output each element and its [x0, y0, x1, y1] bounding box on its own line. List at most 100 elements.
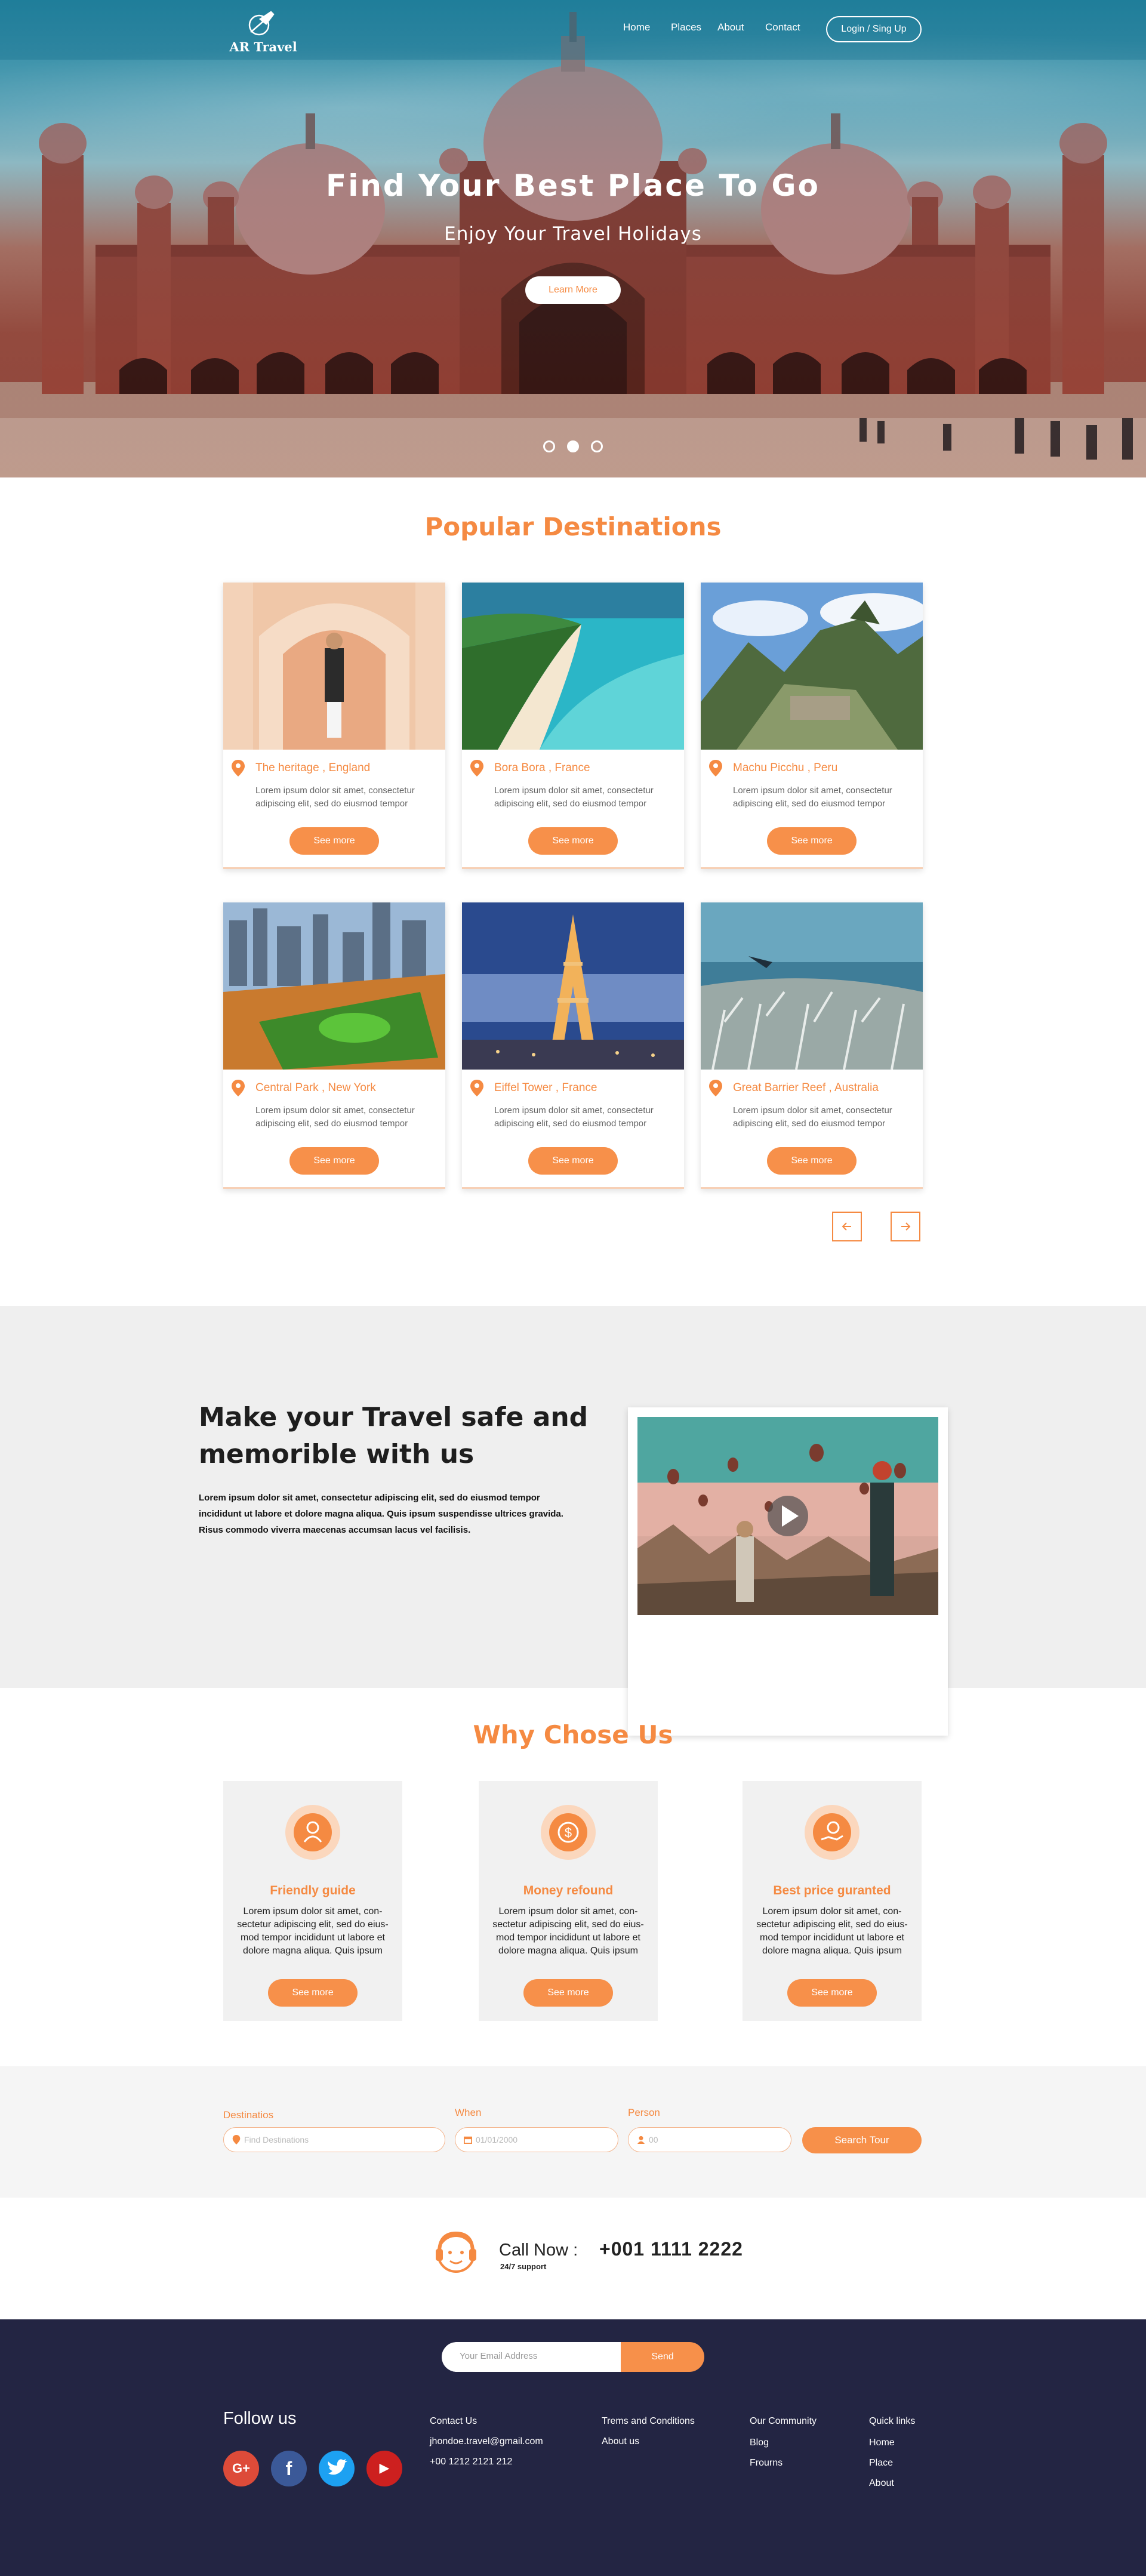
guide-icon [285, 1805, 340, 1860]
why-card-title: Friendly guide [270, 1884, 356, 1897]
destination-photo-bora-bora [462, 583, 684, 750]
nav-places[interactable]: Places [671, 21, 701, 33]
why-chose-us-title: Why Chose Us [473, 1720, 673, 1749]
why-card: $ Money refound Lorem ipsum dolor sit am… [479, 1781, 658, 2021]
contact-us-heading: Contact Us [430, 2416, 478, 2426]
footer-home-link[interactable]: Home [869, 2438, 895, 2448]
date-placeholder: 01/01/2000 [476, 2135, 518, 2144]
destination-photo-eiffel-tower [462, 902, 684, 1070]
brand-logo[interactable]: AR Travel [224, 8, 302, 56]
see-more-button[interactable]: See more [268, 1979, 358, 2007]
location-pin-icon [470, 760, 483, 777]
nav-contact[interactable]: Contact [765, 21, 800, 33]
why-card-description: Lorem ipsum dolor sit amet, con-sectetur… [237, 1906, 389, 1956]
quick-links-heading: Quick links [869, 2416, 916, 2426]
dollar-coin-icon: $ [541, 1805, 596, 1860]
footer-place-link[interactable]: Place [869, 2458, 893, 2469]
about-us-link[interactable]: About us [602, 2436, 639, 2447]
person-input[interactable]: 00 [628, 2127, 791, 2152]
location-pin-icon [232, 2135, 241, 2144]
destination-description: Lorem ipsum dolor sit amet, consectetur … [255, 1105, 415, 1129]
destination-placeholder: Find Destinations [244, 2135, 309, 2144]
destination-description: Lorem ipsum dolor sit amet, consectetur … [494, 785, 654, 809]
location-pin-icon [232, 760, 245, 777]
safe-travel-section: Make your Travel safe and memorible with… [0, 1306, 1146, 1688]
airplane-globe-icon [248, 11, 275, 36]
destination-photo-central-park [223, 902, 445, 1070]
destination-description: Lorem ipsum dolor sit amet, consectetur … [494, 1105, 654, 1129]
location-pin-icon [470, 1080, 483, 1096]
why-card-title: Best price guranted [773, 1884, 891, 1897]
destination-name: Great Barrier Reef , Australia [733, 1081, 879, 1094]
destination-card: The heritage , England Lorem ipsum dolor… [223, 583, 445, 869]
see-more-button[interactable]: See more [523, 1979, 613, 2007]
learn-more-button[interactable]: Learn More [525, 276, 621, 304]
destination-photo-heritage [223, 583, 445, 750]
location-pin-icon [232, 1080, 245, 1096]
destination-description: Lorem ipsum dolor sit amet, consectetur … [733, 1105, 892, 1129]
support-agent-icon [436, 2231, 476, 2273]
why-card-title: Money refound [523, 1884, 614, 1897]
see-more-button[interactable]: See more [767, 827, 857, 855]
destination-card: Eiffel Tower , France Lorem ipsum dolor … [462, 902, 684, 1189]
see-more-button[interactable]: See more [289, 827, 379, 855]
why-card: Friendly guide Lorem ipsum dolor sit ame… [223, 1781, 402, 2021]
newsletter-send-button[interactable]: Send [621, 2342, 704, 2372]
email-placeholder: Your Email Address [460, 2351, 538, 2361]
site-footer: Your Email Address Send Follow us G+ f ▶… [0, 2319, 1146, 2576]
destination-label: Destinatios [223, 2109, 274, 2121]
facebook-icon[interactable]: f [271, 2451, 307, 2486]
newsletter-email-input[interactable]: Your Email Address [442, 2342, 623, 2372]
location-pin-icon [709, 760, 722, 777]
twitter-icon[interactable] [319, 2451, 355, 2486]
calendar-icon [464, 2136, 472, 2144]
destination-input[interactable]: Find Destinations [223, 2127, 445, 2152]
see-more-button[interactable]: See more [528, 1147, 618, 1175]
follow-us-title: Follow us [223, 2409, 297, 2428]
terms-link[interactable]: Trems and Conditions [602, 2416, 695, 2427]
see-more-button[interactable]: See more [289, 1147, 379, 1175]
contact-phone[interactable]: +00 1212 2121 212 [430, 2457, 512, 2467]
slider-dot-2[interactable] [567, 440, 579, 452]
prev-arrow-button[interactable] [832, 1212, 862, 1241]
destination-card: Bora Bora , France Lorem ipsum dolor sit… [462, 583, 684, 869]
hero-banner: AR Travel Home Places About Contact Logi… [0, 0, 1146, 477]
destination-card: Great Barrier Reef , Australia Lorem ips… [701, 902, 923, 1189]
video-player[interactable] [637, 1417, 938, 1615]
youtube-icon[interactable]: ▶ [366, 2451, 402, 2486]
slider-dot-1[interactable] [543, 440, 555, 452]
why-card: Best price guranted Lorem ipsum dolor si… [743, 1781, 922, 2021]
our-community-heading: Our Community [750, 2416, 817, 2426]
person-icon [637, 2136, 645, 2144]
hero-title: Find Your Best Place To Go [326, 168, 820, 203]
safe-travel-text: Lorem ipsum dolor sit amet, consectetur … [199, 1493, 563, 1535]
why-card-description: Lorem ipsum dolor sit amet, con-sectetur… [756, 1906, 908, 1956]
blog-link[interactable]: Blog [750, 2438, 769, 2448]
phone-number[interactable]: +001 1111 2222 [599, 2238, 743, 2260]
see-more-button[interactable]: See more [767, 1147, 857, 1175]
arrow-right-icon [901, 1222, 911, 1231]
destination-photo-machu-picchu [701, 583, 923, 750]
nav-home[interactable]: Home [623, 21, 650, 33]
search-tour-button[interactable]: Search Tour [802, 2127, 922, 2153]
support-hours: 24/7 support [500, 2262, 547, 2271]
see-more-button[interactable]: See more [528, 827, 618, 855]
location-pin-icon [709, 1080, 722, 1096]
next-arrow-button[interactable] [891, 1212, 920, 1241]
safe-travel-title: Make your Travel safe and memorible with… [199, 1402, 589, 1469]
nav-about[interactable]: About [717, 21, 744, 33]
footer-about-link[interactable]: About [869, 2478, 894, 2489]
see-more-button[interactable]: See more [787, 1979, 877, 2007]
google-plus-icon[interactable]: G+ [223, 2451, 259, 2486]
forums-link[interactable]: Frourns [750, 2458, 783, 2469]
hero-subtitle: Enjoy Your Travel Holidays [444, 223, 702, 245]
contact-email[interactable]: jhondoe.travel@gmail.com [430, 2436, 543, 2447]
login-signup-button[interactable]: Login / Sing Up [826, 16, 922, 42]
destination-name: Machu Picchu , Peru [733, 762, 838, 774]
why-card-description: Lorem ipsum dolor sit amet, con-sectetur… [492, 1906, 644, 1956]
arrow-left-icon [842, 1222, 851, 1231]
top-navbar: AR Travel Home Places About Contact Logi… [0, 0, 1146, 60]
destination-description: Lorem ipsum dolor sit amet, consectetur … [733, 785, 892, 809]
slider-dot-3[interactable] [591, 440, 603, 452]
date-input[interactable]: 01/01/2000 [455, 2127, 618, 2152]
